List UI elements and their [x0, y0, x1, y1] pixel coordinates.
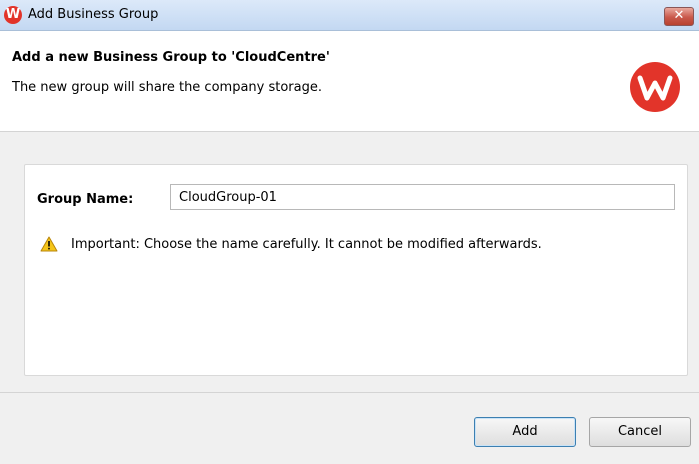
warning-message: Important: Choose the name carefully. It…	[71, 237, 542, 252]
brand-logo-icon	[630, 62, 680, 112]
app-logo-icon: W	[4, 6, 22, 24]
header-subtitle: The new group will share the company sto…	[12, 80, 323, 95]
title-bar: W Add Business Group ✕	[0, 0, 699, 31]
footer-divider	[0, 392, 699, 393]
group-name-label: Group Name:	[37, 192, 134, 207]
header-title: Add a new Business Group to 'CloudCentre…	[12, 50, 330, 65]
dialog-header: Add a new Business Group to 'CloudCentre…	[0, 31, 699, 132]
add-button[interactable]: Add	[474, 417, 576, 447]
brand-logo-w-icon	[637, 75, 673, 101]
form-panel: Group Name: Important: Choose the name c…	[24, 164, 688, 376]
close-button[interactable]: ✕	[664, 7, 694, 26]
warning-icon	[40, 236, 58, 252]
cancel-button[interactable]: Cancel	[589, 417, 691, 447]
window-title: Add Business Group	[28, 7, 159, 22]
group-name-input[interactable]	[170, 184, 675, 210]
